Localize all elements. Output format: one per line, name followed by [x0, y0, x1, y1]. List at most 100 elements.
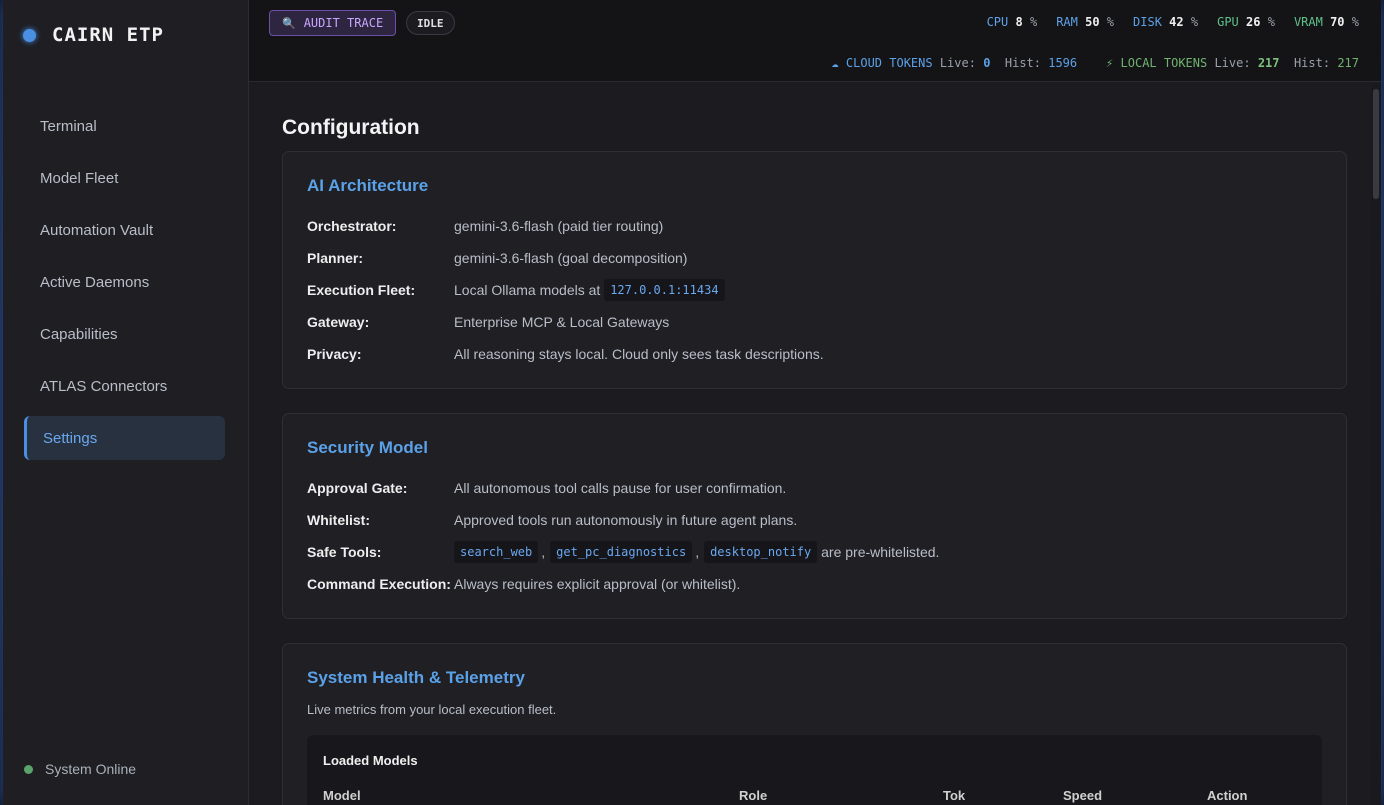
cloud-hist-value: 1596: [1048, 56, 1078, 70]
row-value: Local Ollama models at 127.0.0.1:11434: [454, 279, 725, 301]
audit-trace-label: AUDIT TRACE: [303, 16, 384, 30]
metric-value: 26: [1246, 15, 1261, 29]
separator: ,: [695, 544, 700, 560]
app-window: CAIRN ETP Terminal Model Fleet Automatio…: [3, 0, 1381, 805]
card-title: System Health & Telemetry: [307, 668, 525, 687]
local-live-value: 217: [1257, 56, 1280, 70]
local-hist-value: 217: [1337, 56, 1359, 70]
sidebar-item-active-daemons[interactable]: Active Daemons: [24, 260, 225, 304]
row-value: All reasoning stays local. Cloud only se…: [454, 346, 824, 362]
top-bar: 🔍 AUDIT TRACE IDLE CPU 8 % RAM 50 % DISK…: [249, 0, 1381, 82]
loaded-models-panel: Loaded Models Model Role Tok Speed Actio…: [307, 735, 1322, 805]
row-value-suffix: are pre-whitelisted.: [821, 544, 940, 560]
security-model-card: Security Model Approval Gate: All autonom…: [282, 413, 1347, 619]
card-title: AI Architecture: [307, 176, 429, 195]
row-value: All autonomous tool calls pause for user…: [454, 480, 787, 496]
local-live-label: Live:: [1214, 56, 1251, 70]
metric-unit: %: [1351, 15, 1359, 29]
table-header: Model Role Tok Speed Action: [323, 788, 1306, 803]
row-value: gemini-3.6-flash (paid tier routing): [454, 218, 664, 234]
ollama-endpoint-code: 127.0.0.1:11434: [604, 279, 725, 301]
column-header: Tok: [943, 788, 966, 803]
metric-unit: %: [1106, 15, 1115, 29]
config-row: Planner: gemini-3.6-flash (goal decomposi…: [307, 242, 1322, 274]
row-label: Approval Gate:: [307, 480, 408, 496]
metric-key: DISK: [1133, 15, 1162, 29]
metric-ram: RAM 50 %: [1056, 15, 1114, 29]
metric-key: GPU: [1217, 15, 1239, 29]
brand-dot-icon: [23, 28, 36, 42]
brand: CAIRN ETP: [23, 24, 164, 46]
ai-architecture-card: AI Architecture Orchestrator: gemini-3.6-…: [282, 151, 1347, 389]
separator: ,: [541, 544, 546, 560]
safe-tool-code: search_web: [454, 541, 539, 563]
metric-key: CPU: [986, 15, 1009, 29]
config-row: Execution Fleet: Local Ollama models at 1…: [307, 274, 1322, 306]
system-metrics: CPU 8 % RAM 50 % DISK 42 % GPU 26 % VRAM…: [987, 15, 1359, 29]
cloud-live-label: Live:: [939, 56, 976, 70]
row-label: Safe Tools:: [307, 544, 382, 560]
sidebar-item-terminal[interactable]: Terminal: [24, 104, 225, 148]
metric-key: VRAM: [1293, 15, 1323, 29]
loaded-models-title: Loaded Models: [323, 753, 418, 768]
status-dot-icon: [24, 764, 33, 774]
scrollbar[interactable]: [1371, 83, 1381, 805]
metric-unit: %: [1029, 15, 1038, 29]
metric-unit: %: [1190, 15, 1199, 29]
row-label: Orchestrator:: [307, 218, 397, 234]
scrollbar-thumb[interactable]: [1373, 89, 1379, 199]
cloud-hist-label: Hist:: [1004, 56, 1041, 70]
row-value: Approved tools run autonomously in futur…: [454, 512, 798, 528]
app-name: CAIRN ETP: [52, 24, 164, 46]
sidebar-item-settings[interactable]: Settings: [24, 416, 225, 460]
sidebar-item-automation-vault[interactable]: Automation Vault: [24, 208, 225, 252]
metric-value: 42: [1169, 15, 1184, 29]
token-counters: ☁ CLOUD TOKENS Live: 0 Hist: 1596 ⚡ LOCA…: [831, 56, 1359, 70]
column-header: Model: [323, 788, 361, 803]
row-value-text: Local Ollama models at: [454, 282, 601, 298]
audit-trace-button[interactable]: 🔍 AUDIT TRACE: [269, 10, 397, 36]
system-status: System Online: [24, 761, 136, 777]
settings-content: Configuration AI Architecture Orchestrat…: [249, 83, 1381, 805]
metric-value: 8: [1015, 15, 1023, 29]
safe-tool-code: get_pc_diagnostics: [550, 541, 693, 563]
local-tokens-label: LOCAL TOKENS: [1120, 56, 1208, 70]
config-row: Privacy: All reasoning stays local. Cloud…: [307, 338, 1322, 370]
column-header: Speed: [1063, 788, 1103, 803]
metric-disk: DISK 42 %: [1133, 15, 1198, 29]
row-value: gemini-3.6-flash (goal decomposition): [454, 250, 688, 266]
card-title: Security Model: [307, 438, 428, 457]
local-hist-label: Hist:: [1293, 56, 1331, 70]
row-value: Enterprise MCP & Local Gateways: [454, 314, 670, 330]
cloud-icon: ☁: [831, 56, 839, 70]
row-label: Command Execution:: [307, 576, 451, 592]
config-row: Gateway: Enterprise MCP & Local Gateways: [307, 306, 1322, 338]
cloud-live-value: 0: [983, 56, 991, 70]
config-row: Command Execution: Always requires explic…: [307, 568, 1322, 600]
sidebar-item-model-fleet[interactable]: Model Fleet: [24, 156, 225, 200]
page-title: Configuration: [282, 116, 420, 139]
metric-vram: VRAM 70 %: [1294, 15, 1359, 29]
cloud-tokens-label: CLOUD TOKENS: [845, 56, 933, 70]
status-text: System Online: [45, 761, 137, 777]
metric-value: 70: [1330, 15, 1345, 29]
system-health-card: System Health & Telemetry Live metrics f…: [282, 643, 1347, 805]
sidebar-item-capabilities[interactable]: Capabilities: [24, 312, 225, 356]
sidebar: CAIRN ETP Terminal Model Fleet Automatio…: [3, 0, 249, 805]
metric-gpu: GPU 26 %: [1217, 15, 1275, 29]
config-row: Orchestrator: gemini-3.6-flash (paid tier…: [307, 210, 1322, 242]
row-label: Privacy:: [307, 346, 362, 362]
row-label: Planner:: [307, 250, 364, 266]
safe-tool-code: desktop_notify: [704, 541, 818, 563]
metric-key: RAM: [1056, 15, 1078, 29]
row-value: search_web, get_pc_diagnostics, desktop_…: [454, 541, 939, 563]
card-description: Live metrics from your local execution f…: [307, 702, 557, 717]
row-value: Always requires explicit approval (or wh…: [454, 576, 741, 592]
metric-value: 50: [1085, 15, 1100, 29]
config-row: Whitelist: Approved tools run autonomousl…: [307, 504, 1322, 536]
sidebar-nav: Terminal Model Fleet Automation Vault Ac…: [24, 104, 225, 468]
row-label: Execution Fleet:: [307, 282, 416, 298]
sidebar-item-atlas-connectors[interactable]: ATLAS Connectors: [24, 364, 225, 408]
lightning-icon: ⚡: [1106, 56, 1114, 70]
metric-cpu: CPU 8 %: [987, 15, 1038, 29]
